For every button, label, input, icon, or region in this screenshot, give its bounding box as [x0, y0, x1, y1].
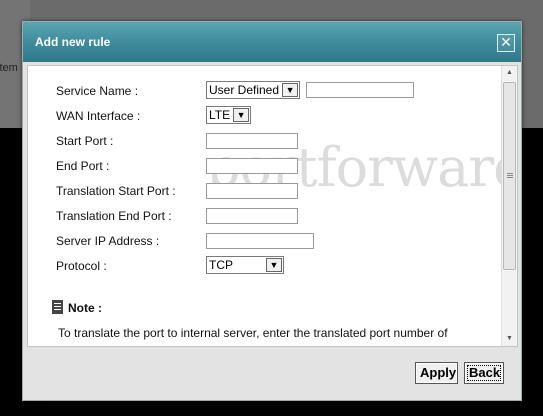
- server-ip-row: Server IP Address :: [56, 231, 496, 251]
- scroll-thumb[interactable]: [503, 82, 516, 270]
- translation-start-port-input[interactable]: [206, 183, 298, 199]
- start-port-label: Start Port :: [56, 134, 114, 148]
- protocol-label: Protocol :: [56, 259, 107, 273]
- vertical-scrollbar[interactable]: ▲ ▼: [501, 66, 517, 346]
- translation-end-port-row: Translation End Port :: [56, 206, 496, 226]
- chevron-down-icon: ▼: [282, 83, 299, 97]
- wan-interface-select-value: LTE: [209, 108, 231, 122]
- wan-interface-row: WAN Interface : LTE ▼: [56, 106, 496, 126]
- server-ip-input[interactable]: [206, 233, 314, 249]
- chevron-down-icon: ▼: [233, 108, 250, 122]
- service-name-input[interactable]: [306, 82, 414, 98]
- background-text: stem: [0, 62, 18, 74]
- service-name-field: User Defined ▼: [206, 81, 414, 99]
- wan-interface-label: WAN Interface :: [56, 109, 141, 123]
- service-name-label: Service Name :: [56, 84, 139, 98]
- wan-interface-field: LTE ▼: [206, 106, 252, 124]
- end-port-input[interactable]: [206, 158, 298, 174]
- dialog-content: portforward Service Name : User Defined …: [27, 65, 518, 347]
- start-port-row: Start Port :: [56, 131, 496, 151]
- protocol-select[interactable]: TCP ▼: [206, 256, 284, 274]
- note-heading: Note :: [52, 300, 102, 315]
- chevron-down-icon: ▼: [266, 258, 282, 272]
- apply-button[interactable]: Apply: [415, 362, 458, 384]
- note-icon: [52, 300, 63, 314]
- close-icon: ✕: [500, 34, 512, 50]
- dialog-titlebar: Add new rule ✕: [23, 22, 521, 62]
- note-heading-text: Note :: [68, 301, 102, 315]
- protocol-row: Protocol : TCP ▼: [56, 256, 496, 276]
- server-ip-label: Server IP Address :: [56, 234, 160, 248]
- end-port-row: End Port :: [56, 156, 496, 176]
- service-name-row: Service Name : User Defined ▼: [56, 81, 496, 101]
- end-port-label: End Port :: [56, 159, 110, 173]
- translation-start-port-row: Translation Start Port :: [56, 181, 496, 201]
- add-rule-dialog: Add new rule ✕ portforward Service Name …: [22, 21, 522, 401]
- service-name-select[interactable]: User Defined ▼: [206, 81, 301, 99]
- protocol-field: TCP ▼: [206, 256, 284, 274]
- back-button[interactable]: Back: [464, 362, 504, 384]
- protocol-select-value: TCP: [209, 258, 233, 272]
- translation-end-port-label: Translation End Port :: [56, 209, 172, 223]
- service-name-select-value: User Defined: [209, 83, 280, 97]
- close-button[interactable]: ✕: [497, 34, 515, 52]
- scroll-down-icon[interactable]: ▼: [502, 332, 517, 346]
- start-port-input[interactable]: [206, 133, 298, 149]
- translation-start-port-label: Translation Start Port :: [56, 184, 176, 198]
- grip-icon: [507, 173, 513, 174]
- dialog-title: Add new rule: [35, 35, 111, 49]
- translation-end-port-input[interactable]: [206, 208, 298, 224]
- wan-interface-select[interactable]: LTE ▼: [206, 106, 252, 124]
- note-text: To translate the port to internal server…: [58, 326, 448, 340]
- scroll-up-icon[interactable]: ▲: [502, 66, 517, 80]
